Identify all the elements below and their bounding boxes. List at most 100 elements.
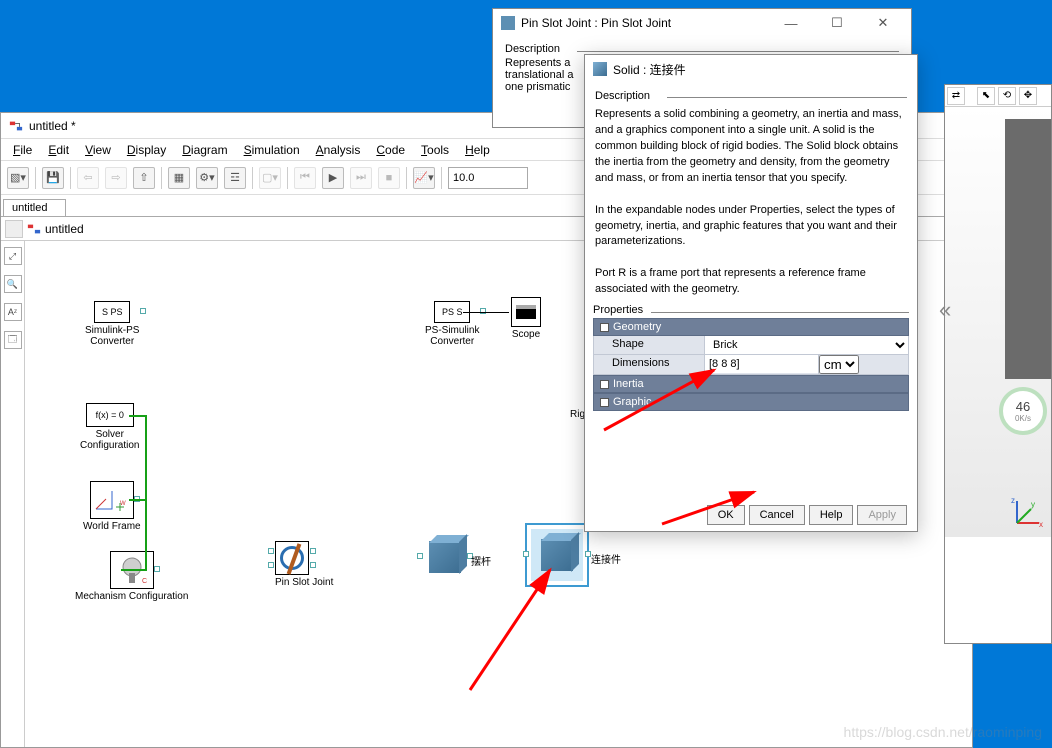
prop-dimensions-unit-select[interactable]: cm: [819, 355, 859, 374]
block-world-frame[interactable]: W World Frame: [83, 481, 141, 532]
svg-text:x: x: [1039, 520, 1043, 529]
menu-file[interactable]: File: [7, 141, 38, 159]
menu-diagram[interactable]: Diagram: [176, 141, 233, 159]
maximize-button[interactable]: ☐: [817, 12, 857, 34]
apply-button[interactable]: Apply: [857, 505, 907, 525]
svg-text:y: y: [1031, 500, 1035, 509]
block-label: Pin Slot Joint: [275, 577, 333, 588]
tab-untitled[interactable]: untitled: [3, 199, 66, 216]
stop-button[interactable]: ■: [378, 167, 400, 189]
forward-button[interactable]: ⇨: [105, 167, 127, 189]
expand-icon: +: [600, 380, 609, 389]
expand-icon: +: [600, 398, 609, 407]
select-button[interactable]: ⬉: [977, 87, 995, 105]
run-button[interactable]: ▶: [322, 167, 344, 189]
zoom-button[interactable]: 🔍: [4, 275, 22, 293]
block-text: f(x) = 0: [96, 410, 124, 420]
library-browser-button[interactable]: ▦: [168, 167, 190, 189]
fit-view-button[interactable]: ⤢: [4, 247, 22, 265]
block-mechanism-configuration[interactable]: C Mechanism Configuration: [75, 551, 188, 602]
model-config-button[interactable]: ⚙▾: [196, 167, 218, 189]
speed-gauge: 46 0K/s: [999, 387, 1047, 435]
new-model-button[interactable]: ▧▾: [7, 167, 29, 189]
description-text: Represents a solid combining a geometry,…: [595, 107, 907, 298]
block-label: PS-Simulink Converter: [425, 325, 479, 347]
back-button[interactable]: ⇦: [77, 167, 99, 189]
step-forward-button[interactable]: ⏭: [350, 167, 372, 189]
block-label: 连接件: [591, 551, 621, 566]
gauge-sublabel: 0K/s: [1015, 414, 1031, 423]
block-solver-configuration[interactable]: f(x) = 0 Solver Configuration: [80, 403, 139, 451]
block-label: Simulink-PS Converter: [85, 325, 139, 347]
menu-tools[interactable]: Tools: [415, 141, 455, 159]
menu-help[interactable]: Help: [459, 141, 496, 159]
cancel-button[interactable]: Cancel: [749, 505, 805, 525]
ok-button[interactable]: OK: [707, 505, 745, 525]
record-button[interactable]: 📈▾: [413, 167, 435, 189]
block-label-obscured: Rig: [570, 409, 585, 420]
block-solid-lianjiejian[interactable]: 连接件: [531, 529, 583, 581]
section-description-header: Description: [595, 89, 907, 105]
dialog-title-bar[interactable]: Pin Slot Joint : Pin Slot Joint — ☐ ✕: [493, 9, 911, 37]
block-label: Mechanism Configuration: [75, 591, 188, 602]
hide-browser-button[interactable]: [5, 220, 23, 238]
help-button[interactable]: Help: [809, 505, 854, 525]
svg-text:z: z: [1011, 496, 1015, 505]
sync-button[interactable]: ⇄: [947, 87, 965, 105]
pin-slot-joint-icon: [280, 546, 304, 570]
step-back-button[interactable]: ⏮: [294, 167, 316, 189]
block-text: S PS: [102, 307, 123, 317]
prop-dimensions-input[interactable]: [705, 355, 818, 373]
menu-display[interactable]: Display: [121, 141, 172, 159]
solid-icon: [429, 541, 461, 573]
solid-icon: [541, 539, 573, 571]
menu-code[interactable]: Code: [370, 141, 411, 159]
block-label: Scope: [511, 329, 541, 340]
block-pin-slot-joint[interactable]: Pin Slot Joint: [275, 541, 333, 588]
breadcrumb-root[interactable]: untitled: [45, 222, 84, 236]
rendered-solid: [1005, 119, 1051, 379]
menu-view[interactable]: View: [79, 141, 117, 159]
close-button[interactable]: ✕: [863, 12, 903, 34]
watermark-text: https://blog.csdn.net/raominping: [844, 724, 1042, 740]
collapse-icon: −: [600, 323, 609, 332]
up-button[interactable]: ⇧: [133, 167, 155, 189]
save-button[interactable]: 💾: [42, 167, 64, 189]
comment-button[interactable]: ▢▾: [259, 167, 281, 189]
menu-simulation[interactable]: Simulation: [238, 141, 306, 159]
simulink-icon: [9, 119, 23, 133]
window-title: untitled *: [29, 119, 76, 133]
dialog-title: Solid : 连接件: [613, 61, 686, 78]
group-geometry-header[interactable]: −Geometry: [593, 318, 909, 336]
block-simulink-ps-converter[interactable]: S PS Simulink-PS Converter: [85, 301, 139, 347]
block-text: PS S: [442, 307, 463, 317]
minimize-button[interactable]: —: [771, 12, 811, 34]
group-inertia-header[interactable]: +Inertia: [593, 375, 909, 393]
model-icon: [27, 222, 41, 236]
menu-analysis[interactable]: Analysis: [310, 141, 367, 159]
viewer-3d-canvas[interactable]: « 46 0K/s x z y: [945, 107, 1051, 537]
pan-button[interactable]: ✥: [1019, 87, 1037, 105]
stop-time-input[interactable]: [448, 167, 528, 189]
menu-edit[interactable]: Edit: [42, 141, 75, 159]
block-ps-simulink-converter[interactable]: PS S PS-Simulink Converter: [425, 301, 479, 347]
prop-shape-select[interactable]: Brick: [705, 336, 908, 354]
solid-dialog-icon: [593, 62, 607, 76]
canvas-tool-palette: ⤢ 🔍 Aᶻ 🗔: [1, 241, 25, 747]
group-graphic-header[interactable]: +Graphic: [593, 393, 909, 411]
dialog-title-bar[interactable]: Solid : 连接件: [585, 55, 917, 83]
block-label: Solver Configuration: [80, 429, 139, 451]
block-label: World Frame: [83, 521, 141, 532]
block-scope[interactable]: Scope: [511, 297, 541, 340]
model-explorer-button[interactable]: ☲: [224, 167, 246, 189]
orbit-button[interactable]: ⟲: [998, 87, 1016, 105]
block-solid-baigang[interactable]: 摆杆: [425, 537, 465, 577]
dialog-button-row: OK Cancel Help Apply: [585, 499, 917, 531]
annotation-button[interactable]: Aᶻ: [4, 303, 22, 321]
section-properties-header: Properties: [593, 304, 909, 316]
solid-dialog: Solid : 连接件 Description Represents a sol…: [584, 54, 918, 532]
mechanics-explorer-window: ⇄ ⬉ ⟲ ✥ « 46 0K/s x z y: [944, 84, 1052, 644]
prop-dimensions-label: Dimensions: [594, 355, 704, 374]
image-button[interactable]: 🗔: [4, 331, 22, 349]
collapse-handle-icon[interactable]: «: [939, 297, 951, 323]
